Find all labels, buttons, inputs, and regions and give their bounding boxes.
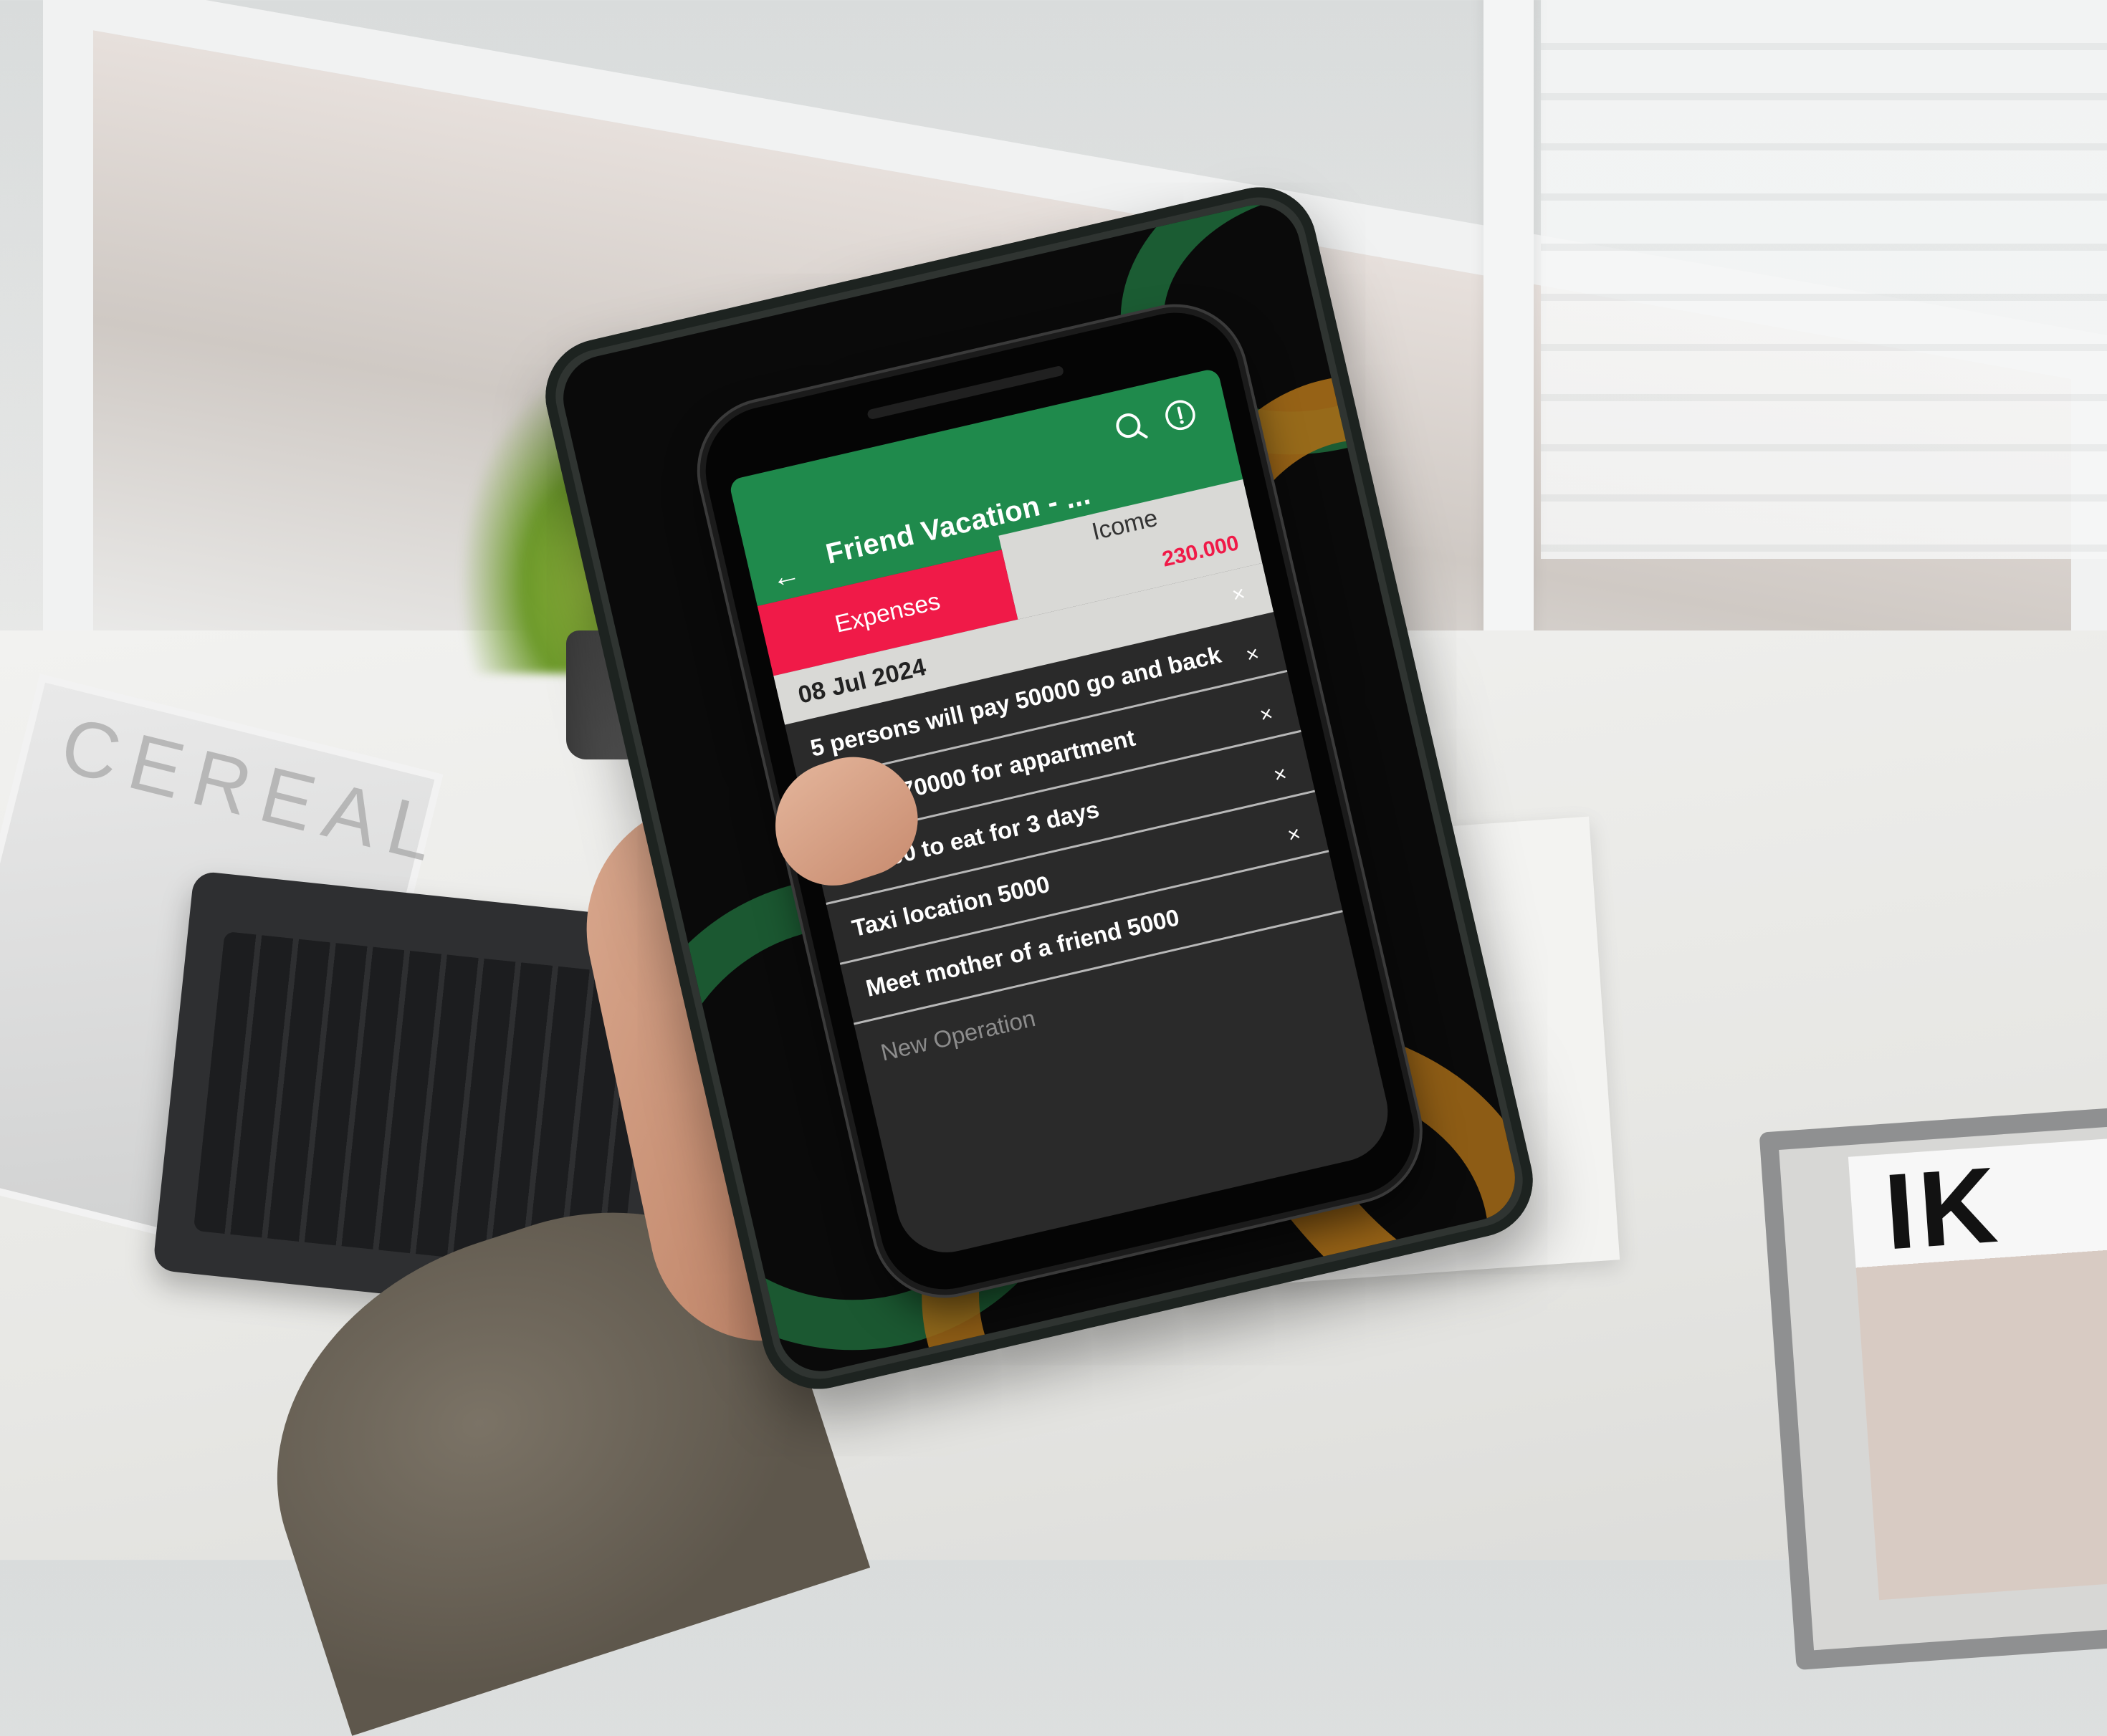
magazine-right-title: IK <box>1881 1143 2005 1272</box>
total-amount: 230.000 <box>1160 531 1241 572</box>
search-icon[interactable] <box>1110 407 1150 446</box>
info-icon[interactable] <box>1160 395 1200 435</box>
window-mullion <box>1484 0 1534 709</box>
window-pane <box>1541 0 2107 559</box>
